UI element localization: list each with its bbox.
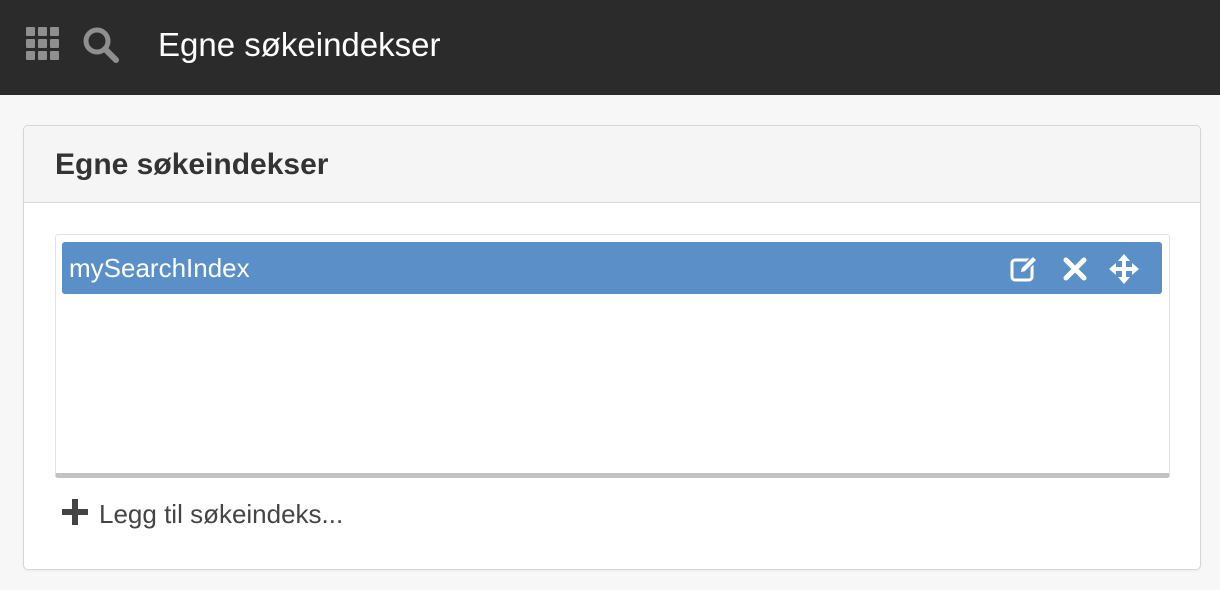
search-index-panel: Egne søkeindekser mySearchIndex Legg til…: [23, 125, 1201, 570]
list-item-label: mySearchIndex: [69, 253, 250, 283]
top-bar: Egne søkeindekser: [0, 0, 1220, 95]
grid-icon[interactable]: [26, 27, 60, 61]
list-item[interactable]: mySearchIndex: [62, 242, 1162, 294]
panel-header: Egne søkeindekser: [24, 126, 1200, 203]
edit-icon[interactable]: [1009, 254, 1039, 284]
close-icon[interactable]: [1060, 254, 1090, 284]
search-index-list: mySearchIndex: [55, 234, 1170, 478]
move-icon[interactable]: [1109, 254, 1139, 284]
app-title: Egne søkeindekser: [158, 26, 441, 63]
plus-icon: [62, 499, 88, 525]
add-search-index-label: Legg til søkeindeks...: [99, 499, 344, 529]
search-icon[interactable]: [82, 26, 120, 64]
panel-title: Egne søkeindekser: [55, 148, 329, 181]
